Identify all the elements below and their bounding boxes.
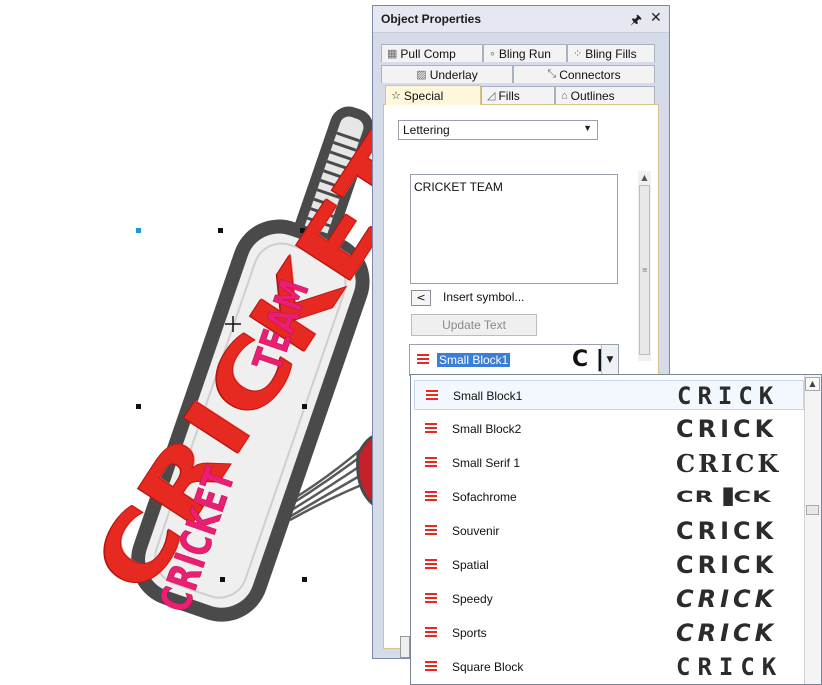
font-list-item[interactable]: Sofachrome CR▐CK: [414, 482, 804, 512]
outlines-icon: ⌂: [561, 89, 568, 102]
object-type-value: Lettering: [403, 123, 450, 137]
font-list-item[interactable]: Speedy CRICK: [414, 584, 804, 614]
font-select[interactable]: Small Block1 C | ▼: [409, 344, 619, 376]
font-list-item[interactable]: Spatial CRICK: [414, 550, 804, 580]
font-icon: [425, 661, 437, 671]
update-text-button[interactable]: Update Text: [411, 314, 537, 336]
object-type-select[interactable]: Lettering ▼: [398, 120, 598, 140]
tab-label: Bling Run: [498, 46, 551, 61]
tab-connectors[interactable]: ⤡ Connectors: [513, 65, 655, 83]
tab-label: Outlines: [570, 88, 615, 103]
scroll-up-icon[interactable]: ▲: [805, 377, 820, 391]
font-select-value: Small Block1: [437, 353, 511, 367]
tab-special[interactable]: ☆ Special: [385, 85, 481, 105]
font-list-item[interactable]: Sports CRICK: [414, 618, 804, 648]
bling-fills-icon: ⁘: [573, 48, 583, 60]
panel-scrollbar[interactable]: ▲ ≡: [638, 171, 651, 361]
insert-symbol-button[interactable]: <: [411, 290, 431, 306]
tab-label: Connectors: [559, 67, 621, 82]
tab-label: Fills: [498, 88, 520, 103]
tab-bling-fills[interactable]: ⁘ Bling Fills: [567, 44, 655, 62]
chevron-down-icon[interactable]: ▼: [601, 345, 618, 375]
font-list-item[interactable]: Small Block1 CRICK: [414, 380, 804, 410]
font-list-item-preview: CRICK: [676, 517, 778, 545]
font-list-item-preview: CRICK: [677, 382, 780, 410]
font-icon: [425, 627, 437, 637]
font-list-item-preview: CR▐CK: [676, 487, 772, 507]
font-list-item-name: Sofachrome: [452, 490, 517, 504]
insert-symbol-label: Insert symbol...: [443, 290, 525, 304]
tab-label: Bling Fills: [585, 46, 637, 61]
font-icon: [425, 457, 437, 467]
chevron-down-icon: ▼: [583, 123, 592, 133]
font-preview: C |: [572, 347, 604, 372]
scroll-grip-icon: ≡: [642, 266, 648, 274]
font-list-item-name: Small Serif 1: [452, 456, 521, 470]
tab-underlay[interactable]: ▨ Underlay: [381, 65, 513, 83]
pull-comp-icon: ▦: [387, 48, 398, 60]
font-icon: [426, 390, 438, 400]
font-list-item-preview: CRICK: [676, 449, 782, 478]
font-icon: [425, 559, 437, 569]
tab-label: Special: [403, 88, 444, 103]
star-icon: ☆: [391, 90, 401, 102]
bling-run-icon: ∘: [489, 48, 496, 60]
font-list-item-name: Square Block: [452, 660, 524, 674]
font-dropdown-list[interactable]: Small Block1 CRICK Small Block2 CRICK Small …: [410, 374, 822, 685]
tab-bling-run[interactable]: ∘ Bling Run: [483, 44, 567, 62]
font-list-item[interactable]: Small Block2 CRICK: [414, 414, 804, 444]
panel-titlebar[interactable]: Object Properties 🖈 ✕: [373, 6, 669, 33]
font-list-item-preview: CRICK: [676, 619, 778, 647]
panel-bottom-button[interactable]: [400, 636, 410, 658]
font-list-item-name: Sports: [452, 626, 487, 640]
lettering-text-input[interactable]: CRICKET TEAM: [410, 174, 618, 284]
font-list-item-name: Spatial: [452, 558, 489, 572]
font-list-item-preview: CRICK: [676, 551, 778, 579]
font-list-item[interactable]: Souvenir CRICK: [414, 516, 804, 546]
start-handle[interactable]: [136, 228, 141, 233]
lettering-text-value: CRICKET TEAM: [414, 180, 503, 194]
underlay-icon: ▨: [416, 69, 427, 81]
scroll-thumb[interactable]: ≡: [639, 185, 650, 355]
font-list-item[interactable]: Square Block CRICK: [414, 652, 804, 682]
font-icon: [425, 423, 437, 433]
font-list-item[interactable]: Small Serif 1 CRICK: [414, 448, 804, 478]
tab-fills[interactable]: ◿ Fills: [481, 86, 555, 104]
tab-label: Pull Comp: [400, 46, 456, 61]
fills-icon: ◿: [487, 90, 496, 102]
font-icon: [425, 593, 437, 603]
tab-pull-comp[interactable]: ▦ Pull Comp: [381, 44, 483, 62]
font-icon: [425, 491, 437, 501]
font-list-item-preview: CRICK: [676, 653, 784, 681]
scroll-up-icon[interactable]: ▲: [638, 171, 651, 185]
panel-title: Object Properties: [381, 12, 482, 26]
connectors-icon: ⤡: [547, 68, 557, 80]
font-icon: [417, 354, 429, 364]
font-list-item-preview: CRICK: [676, 585, 778, 613]
font-list-item-preview: CRICK: [676, 415, 778, 443]
font-list-item-name: Small Block2: [452, 422, 522, 436]
scroll-thumb[interactable]: [806, 505, 819, 515]
dropdown-scrollbar[interactable]: ▲: [804, 375, 821, 684]
font-list-item-name: Speedy: [452, 592, 493, 606]
font-list-item-name: Small Block1: [453, 389, 523, 403]
close-icon[interactable]: ✕: [650, 10, 662, 26]
font-list-item-name: Souvenir: [452, 524, 500, 538]
pin-icon[interactable]: 🖈: [630, 11, 642, 33]
tab-outlines[interactable]: ⌂ Outlines: [555, 86, 655, 104]
font-icon: [425, 525, 437, 535]
tab-label: Underlay: [429, 67, 478, 82]
